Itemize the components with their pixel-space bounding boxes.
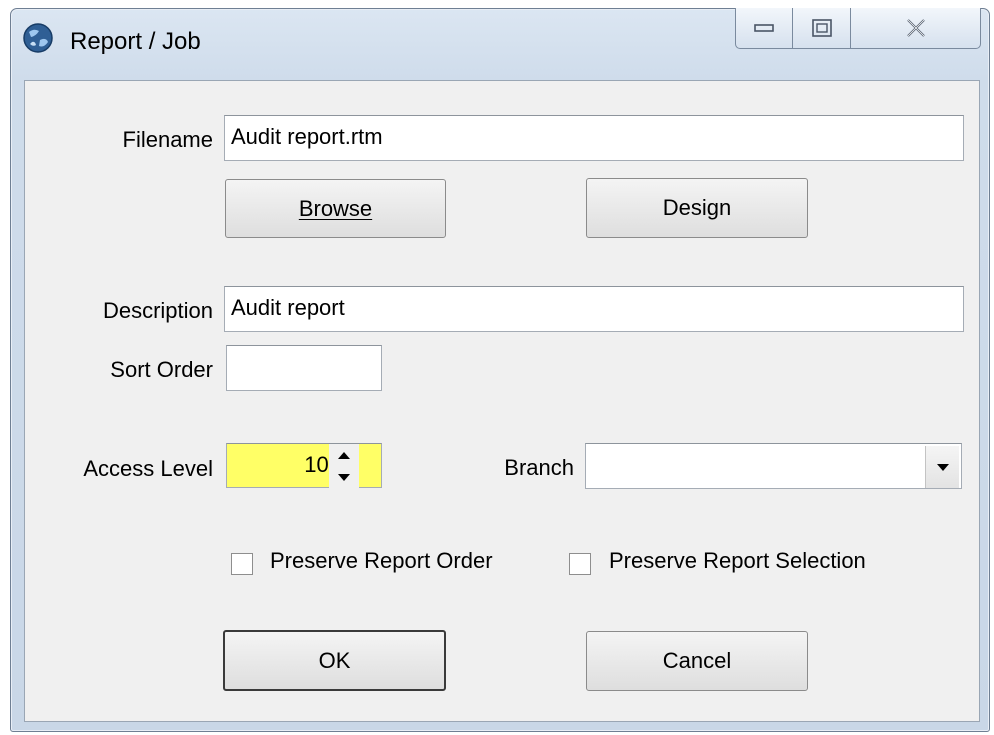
description-label: Description xyxy=(102,298,213,323)
design-button-label: Design xyxy=(662,195,732,220)
close-icon xyxy=(906,19,925,37)
design-button[interactable]: Design xyxy=(586,178,808,238)
minimize-button[interactable] xyxy=(735,8,793,49)
minimize-icon xyxy=(754,24,774,32)
triangle-up-icon xyxy=(338,451,350,459)
browse-button-label: Browse xyxy=(298,195,373,221)
dialog-client-area xyxy=(24,80,980,722)
branch-label: Branch xyxy=(504,455,574,480)
caption-buttons xyxy=(735,8,981,50)
preserve-order-label: Preserve Report Order xyxy=(270,548,493,573)
triangle-down-icon xyxy=(338,473,350,481)
cancel-button-label: Cancel xyxy=(662,648,732,673)
preserve-order-checkbox[interactable] xyxy=(231,553,253,575)
browse-button[interactable]: Browse xyxy=(225,179,446,238)
sort-order-label: Sort Order xyxy=(110,357,213,382)
access-level-spinner xyxy=(329,443,381,488)
app-globe-icon xyxy=(23,23,53,53)
close-button[interactable] xyxy=(851,8,981,49)
spin-up-button[interactable] xyxy=(329,444,359,466)
access-level-label: Access Level xyxy=(83,456,213,481)
preserve-selection-checkbox[interactable] xyxy=(569,553,591,575)
chevron-down-icon xyxy=(936,463,949,471)
cancel-button[interactable]: Cancel xyxy=(586,631,808,691)
window-title: Report / Job xyxy=(70,28,201,55)
sort-order-field[interactable] xyxy=(226,345,382,391)
branch-select[interactable] xyxy=(585,443,962,489)
maximize-icon xyxy=(811,19,832,37)
spin-down-button[interactable] xyxy=(329,466,359,488)
ok-button[interactable]: OK xyxy=(223,630,446,691)
branch-dropdown-button[interactable] xyxy=(925,446,959,488)
filename-field[interactable]: Audit report.rtm xyxy=(224,115,964,161)
maximize-button[interactable] xyxy=(793,8,851,49)
description-field[interactable]: Audit report xyxy=(224,286,964,332)
preserve-selection-label: Preserve Report Selection xyxy=(609,548,866,573)
ok-button-label: OK xyxy=(318,647,351,673)
filename-label: Filename xyxy=(122,127,213,152)
